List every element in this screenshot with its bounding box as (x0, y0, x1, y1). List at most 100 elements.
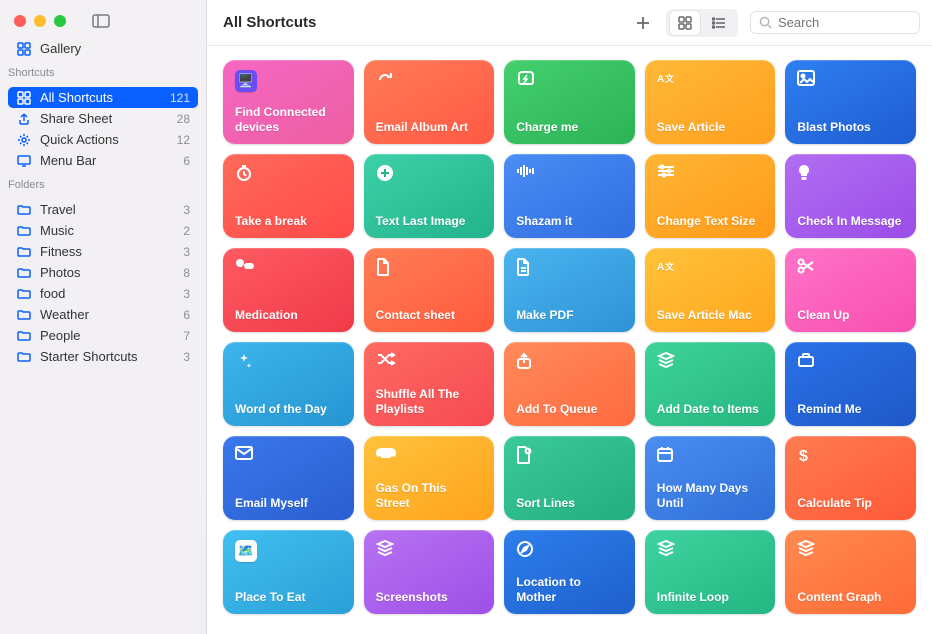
shortcut-card[interactable]: 🖥️Find Connected devices (223, 60, 354, 144)
shortcut-card[interactable]: Infinite Loop (645, 530, 776, 614)
plus-circle-icon (376, 164, 483, 182)
shortcut-name: Email Myself (235, 496, 342, 510)
search-field[interactable] (750, 11, 920, 34)
sidebar-folder-fitness[interactable]: Fitness3 (8, 241, 198, 262)
shortcut-card[interactable]: Location to Mother (504, 530, 635, 614)
sidebar-folder-photos[interactable]: Photos8 (8, 262, 198, 283)
sidebar-item-count: 3 (183, 287, 190, 301)
sidebar-item-count: 6 (183, 154, 190, 168)
shortcut-name: Charge me (516, 120, 623, 134)
shortcut-card[interactable]: Shazam it (504, 154, 635, 238)
controller-icon (376, 446, 483, 460)
sidebar-item-menu-bar[interactable]: Menu Bar 6 (8, 150, 198, 171)
shortcut-card[interactable]: Check In Message (785, 154, 916, 238)
close-button[interactable] (14, 15, 26, 27)
shortcut-card[interactable]: Shuffle All The Playlists (364, 342, 495, 426)
compass-icon (516, 540, 623, 558)
toggle-sidebar-icon[interactable] (92, 14, 110, 28)
shortcut-name: Blast Photos (797, 120, 904, 134)
sidebar-folder-travel[interactable]: Travel3 (8, 199, 198, 220)
sidebar-item-label: Fitness (40, 244, 175, 259)
search-input[interactable] (778, 15, 932, 30)
view-toggle (666, 9, 738, 37)
shortcut-card[interactable]: Gas On This Street (364, 436, 495, 520)
sliders-icon (657, 164, 764, 178)
shortcut-card[interactable]: Content Graph (785, 530, 916, 614)
sidebar-item-count: 2 (183, 224, 190, 238)
shortcut-card[interactable]: Medication (223, 248, 354, 332)
shortcuts-scroll[interactable]: 🖥️Find Connected devicesEmail Album Art C… (207, 46, 932, 634)
doc-pdf-icon (516, 258, 623, 276)
translate-icon: A文 (657, 258, 764, 274)
sidebar-folder-starter-shortcuts[interactable]: Starter Shortcuts3 (8, 346, 198, 367)
folder-icon (16, 350, 32, 364)
shortcut-name: Gas On This Street (376, 481, 483, 510)
sidebar-item-label: Share Sheet (40, 111, 169, 126)
shortcut-name: Remind Me (797, 402, 904, 416)
shortcut-name: Change Text Size (657, 214, 764, 228)
shortcut-card[interactable]: A文Save Article Mac (645, 248, 776, 332)
shortcut-card[interactable]: Email Album Art (364, 60, 495, 144)
shortcut-name: Shuffle All The Playlists (376, 387, 483, 416)
shortcut-card[interactable]: Clean Up (785, 248, 916, 332)
sidebar-item-label: Gallery (40, 41, 190, 56)
sidebar-folder-music[interactable]: Music2 (8, 220, 198, 241)
shortcut-name: Find Connected devices (235, 105, 342, 134)
shortcut-name: Save Article (657, 120, 764, 134)
shortcut-card[interactable]: Add Date to Items (645, 342, 776, 426)
shortcut-card[interactable]: Word of the Day (223, 342, 354, 426)
sidebar-item-label: Menu Bar (40, 153, 175, 168)
shortcut-card[interactable]: Take a break (223, 154, 354, 238)
grid-view-button[interactable] (670, 11, 700, 35)
sidebar-folder-food[interactable]: food3 (8, 283, 198, 304)
shortcut-name: Location to Mother (516, 575, 623, 604)
sidebar-item-label: All Shortcuts (40, 90, 162, 105)
monitor-icon (16, 154, 32, 168)
sidebar-item-share-sheet[interactable]: Share Sheet28 (8, 108, 198, 129)
doc-play-icon (516, 446, 623, 464)
sidebar-item-count: 121 (170, 91, 190, 105)
sidebar-item-label: People (40, 328, 175, 343)
sidebar-folder-weather[interactable]: Weather6 (8, 304, 198, 325)
sidebar-item-gallery[interactable]: Gallery (8, 38, 198, 59)
shortcut-card[interactable]: Change Text Size (645, 154, 776, 238)
sidebar-item-quick-actions[interactable]: Quick Actions12 (8, 129, 198, 150)
shortcut-card[interactable]: Contact sheet (364, 248, 495, 332)
shortcut-card[interactable]: A文Save Article (645, 60, 776, 144)
shortcut-name: How Many Days Until (657, 481, 764, 510)
svg-text:A: A (657, 262, 664, 273)
minimize-button[interactable] (34, 15, 46, 27)
list-view-button[interactable] (704, 11, 734, 35)
shortcut-card[interactable]: Email Myself (223, 436, 354, 520)
shortcut-name: Contact sheet (376, 308, 483, 322)
window-controls (0, 6, 206, 32)
shuffle-icon (376, 352, 483, 366)
zoom-button[interactable] (54, 15, 66, 27)
sidebar-item-all-shortcuts[interactable]: All Shortcuts 121 (8, 87, 198, 108)
shortcut-card[interactable]: $Calculate Tip (785, 436, 916, 520)
sidebar-item-count: 12 (177, 133, 190, 147)
svg-text:A: A (657, 74, 664, 85)
shortcut-card[interactable]: Remind Me (785, 342, 916, 426)
shortcut-name: Word of the Day (235, 402, 342, 416)
shortcut-card[interactable]: How Many Days Until (645, 436, 776, 520)
main-content: All Shortcuts 🖥️Find Connect (207, 0, 932, 634)
shortcut-card[interactable]: Make PDF (504, 248, 635, 332)
shortcut-card[interactable]: Charge me (504, 60, 635, 144)
add-button[interactable] (628, 11, 658, 35)
folder-icon (16, 224, 32, 238)
folder-icon (16, 203, 32, 217)
shortcut-card[interactable]: Text Last Image (364, 154, 495, 238)
shortcut-card[interactable]: Add To Queue (504, 342, 635, 426)
sidebar-section-folders: Folders (0, 171, 206, 193)
svg-text:文: 文 (664, 261, 675, 272)
shortcut-card[interactable]: 🗺️Place To Eat (223, 530, 354, 614)
shortcut-card[interactable]: Screenshots (364, 530, 495, 614)
sparkle-icon (235, 352, 342, 370)
shortcut-name: Clean Up (797, 308, 904, 322)
shortcut-card[interactable]: Sort Lines (504, 436, 635, 520)
shortcut-name: Infinite Loop (657, 590, 764, 604)
sidebar-item-count: 3 (183, 203, 190, 217)
shortcut-card[interactable]: Blast Photos (785, 60, 916, 144)
sidebar-folder-people[interactable]: People7 (8, 325, 198, 346)
